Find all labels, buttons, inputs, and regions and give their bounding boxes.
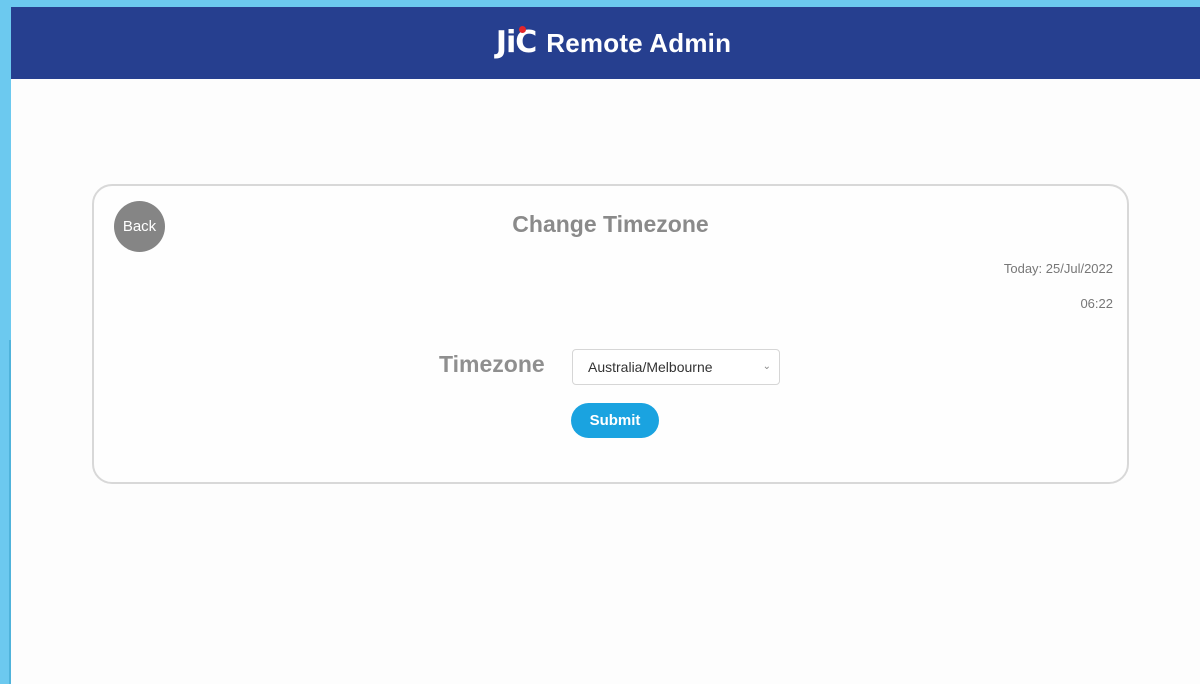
- brand: JiC Remote Admin: [495, 25, 732, 60]
- timezone-select[interactable]: Australia/Melbourne ⌄: [572, 349, 780, 385]
- logo-text: JiC: [495, 25, 537, 60]
- timezone-label: Timezone: [439, 351, 545, 377]
- current-time: 06:22: [1080, 296, 1113, 311]
- app-header: JiC Remote Admin: [11, 7, 1200, 79]
- page: JiC Remote Admin Back Change Timezone To…: [11, 7, 1200, 684]
- app-title: Remote Admin: [546, 27, 732, 58]
- today-date: Today: 25/Jul/2022: [1003, 261, 1113, 276]
- timezone-select-value: Australia/Melbourne: [588, 359, 713, 375]
- chevron-down-icon: ⌄: [762, 361, 771, 372]
- jic-logo: JiC: [495, 25, 537, 60]
- submit-button[interactable]: Submit: [571, 403, 659, 438]
- page-title: Change Timezone: [512, 211, 709, 237]
- change-timezone-card: Back Change Timezone Today: 25/Jul/2022 …: [92, 184, 1129, 484]
- logo-red-dot: [518, 26, 526, 33]
